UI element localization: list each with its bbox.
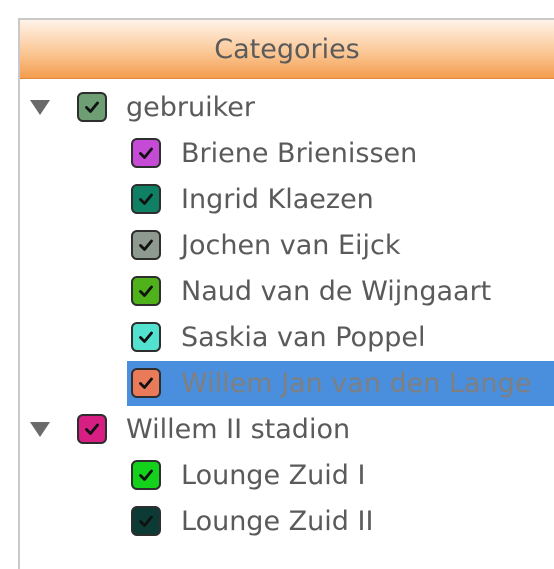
group-label: Willem II stadion: [126, 414, 351, 445]
checkmark-icon: [135, 188, 157, 210]
group-checkbox[interactable]: [77, 414, 107, 444]
tree-group-row[interactable]: Willem II stadion: [20, 407, 554, 452]
item-checkbox[interactable]: [131, 368, 161, 398]
item-checkbox[interactable]: [131, 322, 161, 352]
tree-item-row[interactable]: Lounge Zuid II: [20, 499, 554, 544]
item-checkbox[interactable]: [131, 506, 161, 536]
item-label: Briene Brienissen: [181, 138, 418, 169]
item-label: Lounge Zuid I: [181, 460, 366, 491]
checkmark-icon: [135, 464, 157, 486]
checkmark-icon: [135, 510, 157, 532]
item-checkbox[interactable]: [131, 230, 161, 260]
item-label: Naud van de Wijngaart: [181, 276, 492, 307]
group-checkbox[interactable]: [77, 92, 107, 122]
tree-item-row[interactable]: Jochen van Eijck: [20, 223, 554, 268]
tree-item-row[interactable]: Briene Brienissen: [20, 131, 554, 176]
item-checkbox[interactable]: [131, 138, 161, 168]
item-checkbox[interactable]: [131, 276, 161, 306]
checkmark-icon: [135, 280, 157, 302]
item-label: Ingrid Klaezen: [181, 184, 374, 215]
triangle-down-icon[interactable]: [30, 422, 50, 437]
item-checkbox[interactable]: [131, 460, 161, 490]
tree-item-row[interactable]: Lounge Zuid I: [20, 453, 554, 498]
checkmark-icon: [135, 372, 157, 394]
categories-panel: Categories gebruiker Briene Brienissen Ing…: [18, 18, 554, 569]
tree-item-row[interactable]: Willem Jan van den Lange: [20, 361, 554, 406]
item-label: Willem Jan van den Lange: [181, 368, 532, 399]
item-checkbox[interactable]: [131, 184, 161, 214]
checkmark-icon: [135, 142, 157, 164]
checkmark-icon: [81, 96, 103, 118]
tree-item-row[interactable]: Saskia van Poppel: [20, 315, 554, 360]
checkmark-icon: [81, 418, 103, 440]
checkmark-icon: [135, 234, 157, 256]
categories-header: Categories: [20, 20, 554, 79]
header-title: Categories: [214, 33, 360, 65]
item-label: Jochen van Eijck: [181, 230, 401, 261]
triangle-down-icon[interactable]: [30, 100, 50, 115]
item-label: Saskia van Poppel: [181, 322, 426, 353]
group-label: gebruiker: [126, 92, 255, 123]
tree-group-row[interactable]: gebruiker: [20, 85, 554, 130]
tree-item-row[interactable]: Ingrid Klaezen: [20, 177, 554, 222]
item-label: Lounge Zuid II: [181, 506, 374, 537]
tree-item-row[interactable]: Naud van de Wijngaart: [20, 269, 554, 314]
checkmark-icon: [135, 326, 157, 348]
